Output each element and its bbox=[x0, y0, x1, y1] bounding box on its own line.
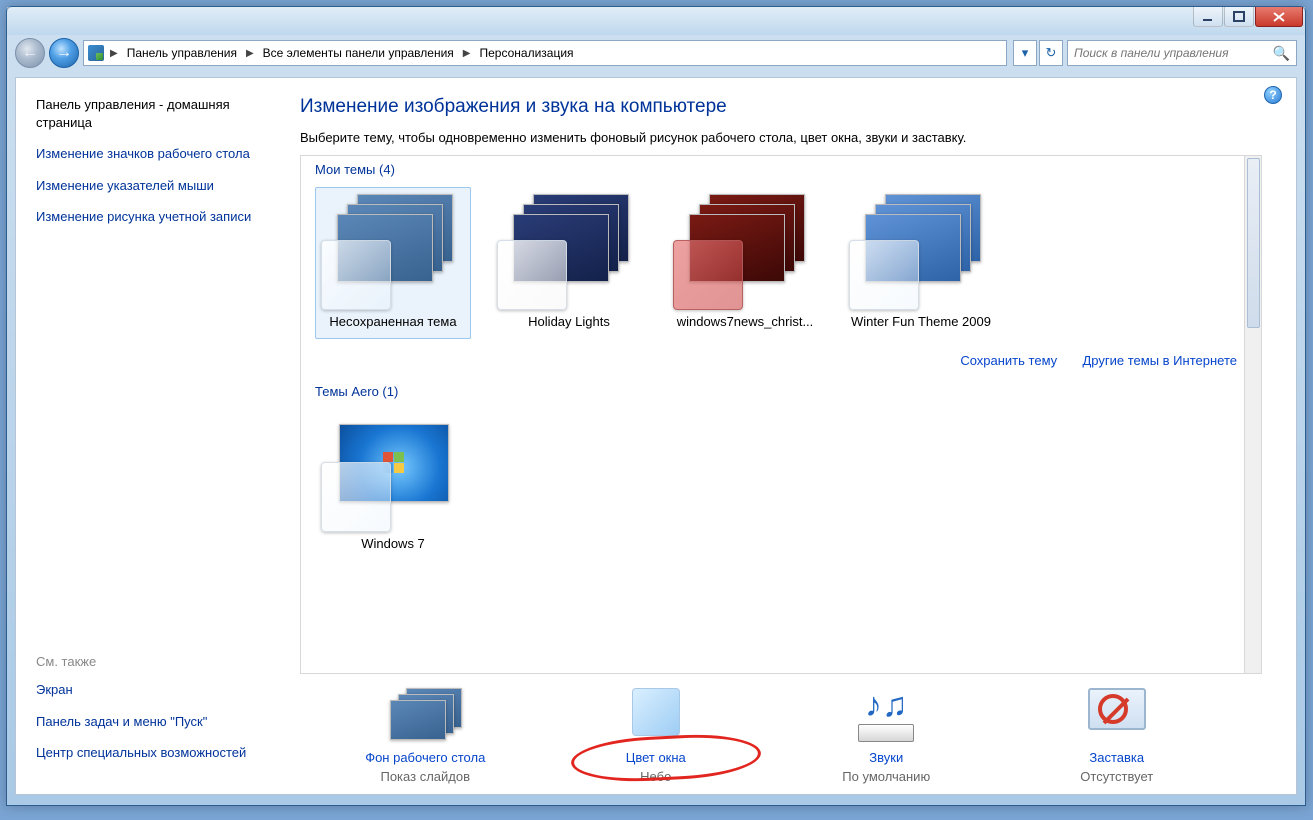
titlebar bbox=[7, 7, 1305, 35]
address-dropdown-button[interactable]: ▾ bbox=[1013, 40, 1037, 66]
see-also-block: См. также Экран Панель задач и меню "Пус… bbox=[36, 654, 278, 776]
my-themes-label: Мои темы (4) bbox=[301, 156, 1261, 183]
theme-thumbnail bbox=[851, 194, 991, 306]
breadcrumb-item[interactable]: Персонализация bbox=[476, 44, 576, 62]
scrollbar[interactable] bbox=[1244, 156, 1262, 673]
desktop-background-link[interactable]: Фон рабочего стола bbox=[310, 750, 540, 765]
save-theme-link[interactable]: Сохранить тему bbox=[960, 353, 1057, 368]
my-themes-row: Несохраненная тема Holiday Lights bbox=[301, 183, 1261, 347]
control-panel-icon bbox=[88, 45, 104, 61]
sidebar-link-account-picture[interactable]: Изменение рисунка учетной записи bbox=[36, 208, 256, 226]
maximize-button[interactable] bbox=[1224, 7, 1254, 27]
window-color-swatch bbox=[321, 240, 391, 310]
theme-item[interactable]: Windows 7 bbox=[315, 409, 471, 561]
window-color-swatch bbox=[321, 462, 391, 532]
more-themes-link[interactable]: Другие темы в Интернете bbox=[1083, 353, 1238, 368]
search-input[interactable] bbox=[1074, 46, 1290, 60]
sidebar-link-desktop-icons[interactable]: Изменение значков рабочего стола bbox=[36, 145, 256, 163]
close-button[interactable] bbox=[1255, 7, 1303, 27]
main-panel: ? Изменение изображения и звука на компь… bbox=[278, 78, 1296, 794]
breadcrumb-item[interactable]: Все элементы панели управления bbox=[260, 44, 457, 62]
sidebar-link-mouse-pointers[interactable]: Изменение указателей мыши bbox=[36, 177, 256, 195]
desktop-background-icon bbox=[388, 688, 462, 740]
see-also-ease-of-access[interactable]: Центр специальных возможностей bbox=[36, 744, 256, 762]
theme-item[interactable]: Winter Fun Theme 2009 bbox=[843, 187, 999, 339]
help-icon[interactable]: ? bbox=[1264, 86, 1282, 104]
see-also-taskbar[interactable]: Панель задач и меню "Пуск" bbox=[36, 713, 256, 731]
screensaver-value: Отсутствует bbox=[1080, 769, 1153, 784]
theme-thumbnail bbox=[675, 194, 815, 306]
desktop-background-item[interactable]: Фон рабочего стола Показ слайдов bbox=[310, 688, 540, 784]
theme-item[interactable]: Holiday Lights bbox=[491, 187, 647, 339]
window-color-item[interactable]: Цвет окна Небо bbox=[541, 688, 771, 784]
sidebar: Панель управления - домашняя страница Из… bbox=[16, 78, 278, 794]
theme-name: windows7news_christ... bbox=[672, 314, 818, 330]
sidebar-home-link[interactable]: Панель управления - домашняя страница bbox=[36, 96, 256, 131]
breadcrumb-item[interactable]: Панель управления bbox=[124, 44, 240, 62]
minimize-button[interactable] bbox=[1193, 7, 1223, 27]
sounds-icon: ♪♫ bbox=[849, 688, 923, 740]
content-area: Панель управления - домашняя страница Из… bbox=[15, 77, 1297, 795]
screensaver-item[interactable]: Заставка Отсутствует bbox=[1002, 688, 1232, 784]
sounds-item[interactable]: ♪♫ Звуки По умолчанию bbox=[771, 688, 1001, 784]
address-bar[interactable]: ▶ Панель управления ▶ Все элементы панел… bbox=[83, 40, 1007, 66]
theme-name: Holiday Lights bbox=[496, 314, 642, 330]
window-color-swatch bbox=[497, 240, 567, 310]
aero-themes-row: Windows 7 bbox=[301, 405, 1261, 569]
window-color-icon bbox=[619, 688, 693, 740]
window-color-swatch bbox=[673, 240, 743, 310]
theme-name: Winter Fun Theme 2009 bbox=[848, 314, 994, 330]
theme-item[interactable]: windows7news_christ... bbox=[667, 187, 823, 339]
page-title: Изменение изображения и звука на компьют… bbox=[300, 96, 1286, 118]
see-also-display[interactable]: Экран bbox=[36, 681, 256, 699]
window: ← → ▶ Панель управления ▶ Все элементы п… bbox=[6, 6, 1306, 806]
bottom-settings-row: Фон рабочего стола Показ слайдов Цвет ок… bbox=[300, 674, 1262, 784]
chevron-right-icon[interactable]: ▶ bbox=[461, 48, 473, 59]
window-color-link[interactable]: Цвет окна bbox=[541, 750, 771, 765]
theme-name: Windows 7 bbox=[320, 536, 466, 552]
forward-button[interactable]: → bbox=[49, 38, 79, 68]
screensaver-link[interactable]: Заставка bbox=[1002, 750, 1232, 765]
search-icon[interactable]: 🔍 bbox=[1273, 45, 1290, 62]
theme-thumbnail bbox=[323, 416, 463, 528]
theme-thumbnail bbox=[499, 194, 639, 306]
chevron-right-icon[interactable]: ▶ bbox=[244, 48, 256, 59]
search-box[interactable]: 🔍 bbox=[1067, 40, 1297, 66]
aero-themes-label: Темы Aero (1) bbox=[301, 378, 1261, 405]
window-color-value: Небо bbox=[640, 769, 671, 784]
see-also-title: См. также bbox=[36, 654, 278, 669]
sounds-link[interactable]: Звуки bbox=[771, 750, 1001, 765]
sounds-value: По умолчанию bbox=[842, 769, 930, 784]
page-description: Выберите тему, чтобы одновременно измени… bbox=[300, 130, 1286, 145]
desktop-background-value: Показ слайдов bbox=[380, 769, 470, 784]
theme-name: Несохраненная тема bbox=[320, 314, 466, 330]
theme-actions: Сохранить тему Другие темы в Интернете bbox=[301, 347, 1261, 378]
chevron-right-icon[interactable]: ▶ bbox=[108, 48, 120, 59]
scroll-thumb[interactable] bbox=[1247, 158, 1260, 328]
window-color-swatch bbox=[849, 240, 919, 310]
back-button[interactable]: ← bbox=[15, 38, 45, 68]
navbar: ← → ▶ Панель управления ▶ Все элементы п… bbox=[15, 35, 1297, 71]
address-tools: ▾ ↻ bbox=[1013, 40, 1063, 66]
screensaver-icon bbox=[1080, 688, 1154, 740]
theme-thumbnail bbox=[323, 194, 463, 306]
theme-item[interactable]: Несохраненная тема bbox=[315, 187, 471, 339]
themes-box: Мои темы (4) Несохраненная тема bbox=[300, 155, 1262, 674]
refresh-button[interactable]: ↻ bbox=[1039, 40, 1063, 66]
